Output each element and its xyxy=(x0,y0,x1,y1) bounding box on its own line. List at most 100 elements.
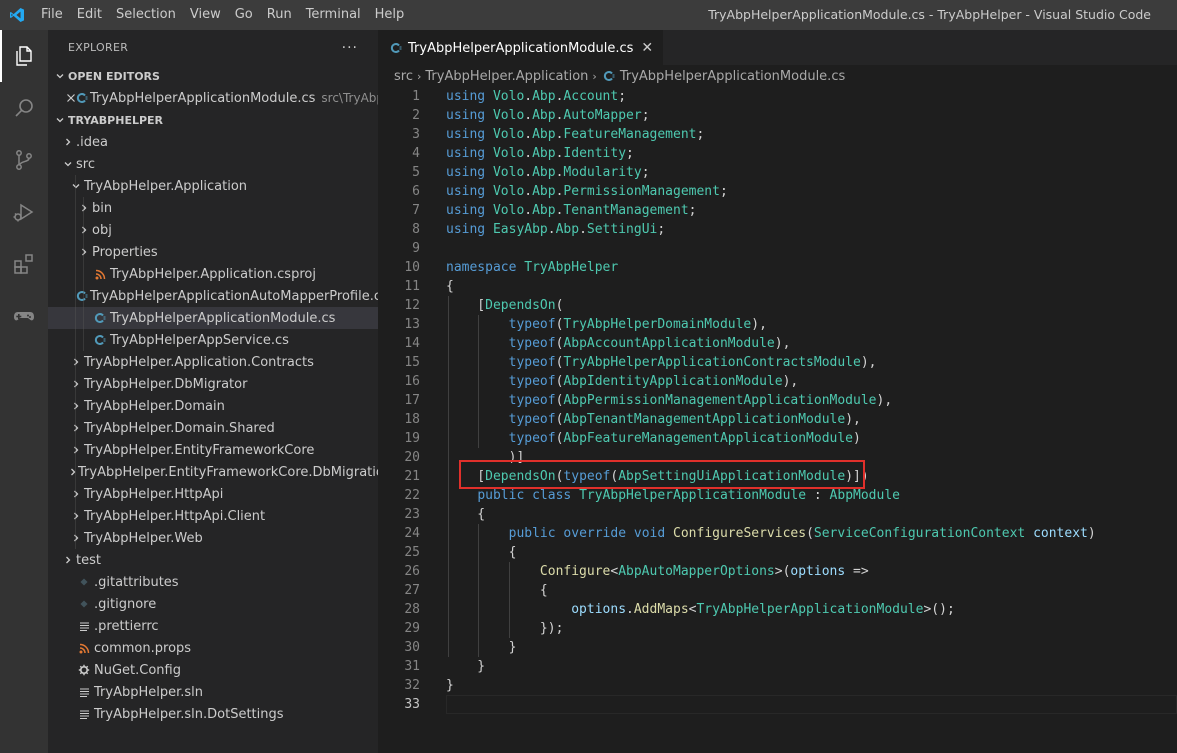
breadcrumb-project[interactable]: TryAbpHelper.Application xyxy=(425,69,588,84)
code-line[interactable]: 17 typeof(AbpPermissionManagementApplica… xyxy=(378,391,1177,410)
code-line[interactable]: 18 typeof(AbpTenantManagementApplication… xyxy=(378,410,1177,429)
menu-selection[interactable]: Selection xyxy=(109,0,183,30)
chevron-right-icon[interactable] xyxy=(68,461,78,483)
breadcrumb-file[interactable]: TryAbpHelperApplicationModule.cs xyxy=(620,69,845,84)
code-line[interactable]: 12 [DependsOn( xyxy=(378,296,1177,315)
tree-file[interactable]: TryAbpHelperApplicationAutoMapperProfile… xyxy=(48,285,378,307)
tree-folder[interactable]: TryAbpHelper.Application xyxy=(48,175,378,197)
chevron-down-icon[interactable] xyxy=(68,175,84,197)
chevron-right-icon[interactable] xyxy=(76,197,92,219)
tree-folder[interactable]: TryAbpHelper.DbMigrator xyxy=(48,373,378,395)
code-line[interactable]: 14 typeof(AbpAccountApplicationModule), xyxy=(378,334,1177,353)
code-line[interactable]: 5 using Volo.Abp.Modularity; xyxy=(378,163,1177,182)
tree-file[interactable]: .gitattributes xyxy=(48,571,378,593)
chevron-right-icon[interactable] xyxy=(68,417,84,439)
chevron-right-icon[interactable] xyxy=(60,131,76,153)
source-control-icon[interactable] xyxy=(0,134,48,186)
code-line[interactable]: 19 typeof(AbpFeatureManagementApplicatio… xyxy=(378,429,1177,448)
menu-file[interactable]: File xyxy=(34,0,70,30)
tree-folder[interactable]: TryAbpHelper.EntityFrameworkCore xyxy=(48,439,378,461)
search-icon[interactable] xyxy=(0,82,48,134)
code-line[interactable]: 33 xyxy=(378,695,1177,714)
tab-close-button[interactable]: ✕ xyxy=(641,40,653,56)
chevron-right-icon[interactable] xyxy=(68,483,84,505)
chevron-right-icon[interactable] xyxy=(68,395,84,417)
menu-go[interactable]: Go xyxy=(228,0,260,30)
chevron-right-icon[interactable] xyxy=(68,505,84,527)
open-editor-item[interactable]: TryAbpHelperApplicationModule.cs src\Try… xyxy=(48,87,378,109)
code-line[interactable]: 3 using Volo.Abp.FeatureManagement; xyxy=(378,125,1177,144)
code-line[interactable]: 31 } xyxy=(378,657,1177,676)
tree-file[interactable]: TryAbpHelperApplicationModule.cs xyxy=(48,307,378,329)
tree-folder[interactable]: .idea xyxy=(48,131,378,153)
tree-file[interactable]: .gitignore xyxy=(48,593,378,615)
code-line[interactable]: 15 typeof(TryAbpHelperApplicationContrac… xyxy=(378,353,1177,372)
menu-edit[interactable]: Edit xyxy=(70,0,109,30)
code-line[interactable]: 13 typeof(TryAbpHelperDomainModule), xyxy=(378,315,1177,334)
code-line[interactable]: 11 { xyxy=(378,277,1177,296)
chevron-right-icon[interactable] xyxy=(68,351,84,373)
code-line[interactable]: 23 { xyxy=(378,505,1177,524)
code-line[interactable]: 4 using Volo.Abp.Identity; xyxy=(378,144,1177,163)
tree-folder[interactable]: TryAbpHelper.Web xyxy=(48,527,378,549)
gamepad-icon[interactable] xyxy=(0,290,48,342)
menu-view[interactable]: View xyxy=(183,0,228,30)
code-line[interactable]: 6 using Volo.Abp.PermissionManagement; xyxy=(378,182,1177,201)
more-actions-button[interactable]: ··· xyxy=(342,40,358,56)
code-line[interactable]: 30 } xyxy=(378,638,1177,657)
code-text: using Volo.Abp.Modularity; xyxy=(446,165,650,180)
explorer-icon[interactable] xyxy=(0,30,48,82)
tree-file[interactable]: common.props xyxy=(48,637,378,659)
code-line[interactable]: 27 { xyxy=(378,581,1177,600)
chevron-right-icon[interactable] xyxy=(76,241,92,263)
code-line[interactable]: 2 using Volo.Abp.AutoMapper; xyxy=(378,106,1177,125)
code-line[interactable]: 8 using EasyAbp.Abp.SettingUi; xyxy=(378,220,1177,239)
tree-folder[interactable]: TryAbpHelper.HttpApi xyxy=(48,483,378,505)
code-line[interactable]: 7 using Volo.Abp.TenantManagement; xyxy=(378,201,1177,220)
tree-folder[interactable]: Properties xyxy=(48,241,378,263)
tree-folder[interactable]: TryAbpHelper.EntityFrameworkCore.DbMigra… xyxy=(48,461,378,483)
menu-help[interactable]: Help xyxy=(368,0,412,30)
tree-folder[interactable]: src xyxy=(48,153,378,175)
open-editors-section[interactable]: OPEN EDITORS xyxy=(48,65,378,87)
close-icon[interactable] xyxy=(66,87,76,109)
tree-file[interactable]: TryAbpHelper.Application.csproj xyxy=(48,263,378,285)
tree-folder[interactable]: bin xyxy=(48,197,378,219)
chevron-right-icon[interactable] xyxy=(60,549,76,571)
code-line[interactable]: 32} xyxy=(378,676,1177,695)
tab-active-file[interactable]: TryAbpHelperApplicationModule.cs ✕ xyxy=(378,30,664,65)
extensions-icon[interactable] xyxy=(0,238,48,290)
chevron-right-icon[interactable] xyxy=(68,373,84,395)
code-editor[interactable]: 1 using Volo.Abp.Account; 2 using Volo.Abp.… xyxy=(378,87,1177,753)
csharp-file-icon xyxy=(76,285,88,307)
tree-folder[interactable]: TryAbpHelper.Domain xyxy=(48,395,378,417)
code-line[interactable]: 1 using Volo.Abp.Account; xyxy=(378,87,1177,106)
tree-file[interactable]: .prettierrc xyxy=(48,615,378,637)
tree-file[interactable]: TryAbpHelper.sln xyxy=(48,681,378,703)
chevron-right-icon[interactable] xyxy=(76,219,92,241)
chevron-right-icon[interactable] xyxy=(68,439,84,461)
code-line[interactable]: 26 Configure<AbpAutoMapperOptions>(optio… xyxy=(378,562,1177,581)
code-line[interactable]: 25 { xyxy=(378,543,1177,562)
menu-terminal[interactable]: Terminal xyxy=(299,0,368,30)
code-line[interactable]: 29 }); xyxy=(378,619,1177,638)
tree-file[interactable]: NuGet.Config xyxy=(48,659,378,681)
tree-folder[interactable]: TryAbpHelper.Application.Contracts xyxy=(48,351,378,373)
tree-file[interactable]: TryAbpHelper.sln.DotSettings xyxy=(48,703,378,725)
tree-folder[interactable]: TryAbpHelper.HttpApi.Client xyxy=(48,505,378,527)
tree-folder[interactable]: TryAbpHelper.Domain.Shared xyxy=(48,417,378,439)
code-line[interactable]: 10 namespace TryAbpHelper xyxy=(378,258,1177,277)
chevron-down-icon[interactable] xyxy=(60,153,76,175)
tree-folder[interactable]: test xyxy=(48,549,378,571)
breadcrumb-src[interactable]: src xyxy=(394,69,413,84)
tree-file[interactable]: TryAbpHelperAppService.cs xyxy=(48,329,378,351)
code-line[interactable]: 24 public override void ConfigureService… xyxy=(378,524,1177,543)
run-debug-icon[interactable] xyxy=(0,186,48,238)
code-line[interactable]: 28 options.AddMaps<TryAbpHelperApplicati… xyxy=(378,600,1177,619)
code-line[interactable]: 16 typeof(AbpIdentityApplicationModule), xyxy=(378,372,1177,391)
code-line[interactable]: 9 xyxy=(378,239,1177,258)
menu-run[interactable]: Run xyxy=(260,0,299,30)
project-section[interactable]: TRYABPHELPER xyxy=(48,109,378,131)
tree-folder[interactable]: obj xyxy=(48,219,378,241)
chevron-right-icon[interactable] xyxy=(68,527,84,549)
